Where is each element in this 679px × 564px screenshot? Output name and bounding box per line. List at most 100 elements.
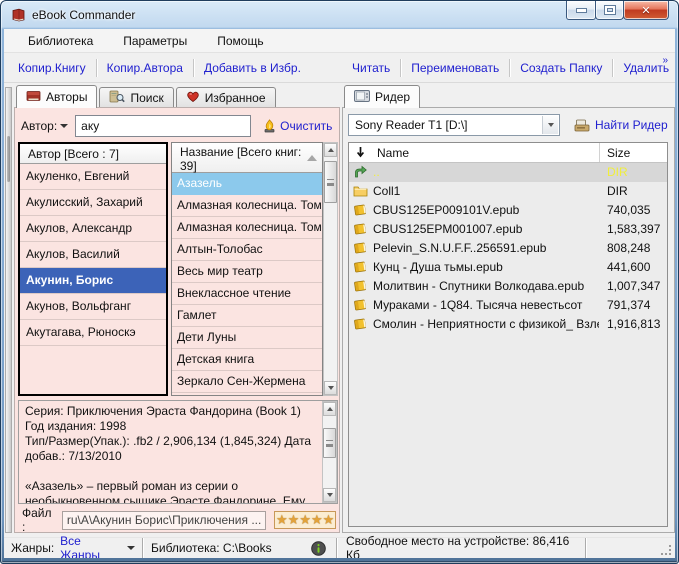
file-path-input[interactable]	[62, 511, 266, 530]
book-list-scrollbar[interactable]	[323, 142, 338, 396]
name-column-header[interactable]: Name	[377, 146, 409, 160]
device-file-row[interactable]: CBUS125EPM001007.epub 1,583,397	[349, 220, 667, 239]
maximize-button[interactable]	[595, 1, 624, 20]
device-file-table: Name Size .. DIR Coll1 DIR	[348, 142, 668, 527]
column-separator[interactable]	[599, 143, 600, 162]
toolbar-copy-book-button[interactable]: Копир.Книгу	[10, 57, 94, 79]
device-file-row[interactable]: Смолин - Неприятности с физикой_ Взле 1,…	[349, 315, 667, 334]
tab-label: Ридер	[375, 90, 410, 104]
device-file-row[interactable]: Мураками - 1Q84. Тысяча невестьсот 791,3…	[349, 296, 667, 315]
splitter-grip[interactable]	[7, 136, 10, 182]
parent-dir-row[interactable]: .. DIR	[349, 163, 667, 182]
book-row[interactable]: Алмазная колесница. Том 2	[172, 217, 322, 239]
device-select-value: Sony Reader T1 [D:\]	[349, 118, 468, 132]
author-row[interactable]: Акулов, Александр	[20, 216, 166, 242]
tab-authors[interactable]: Авторы	[16, 85, 97, 108]
book-row-selected[interactable]: Азазель	[172, 173, 322, 195]
toolbar-create-folder-button[interactable]: Создать Папку	[512, 57, 610, 79]
scroll-thumb[interactable]	[324, 161, 337, 203]
author-row[interactable]: Акулов, Василий	[20, 242, 166, 268]
minimize-button[interactable]	[566, 1, 596, 20]
find-reader-button[interactable]: Найти Ридер	[574, 118, 668, 132]
toolbar-add-favorite-button[interactable]: Добавить в Избр.	[196, 57, 309, 79]
book-row[interactable]: Дети Луны	[172, 327, 322, 349]
book-row[interactable]: Внеклассное чтение	[172, 283, 322, 305]
book-row[interactable]: Алмазная колесница. Том 1	[172, 195, 322, 217]
author-row[interactable]: Акулисский, Захарий	[20, 190, 166, 216]
chevron-down-icon[interactable]	[127, 546, 135, 550]
book-row[interactable]: Алтын-Толобас	[172, 239, 322, 261]
details-scrollbar[interactable]	[322, 401, 337, 503]
toolbar-rename-button[interactable]: Переименовать	[403, 57, 507, 79]
triangle-up-icon	[327, 407, 333, 411]
menu-bar: Библиотека Параметры Помощь	[4, 29, 675, 53]
genres-label: Жанры:	[11, 541, 54, 555]
file-name: Смолин - Неприятности с физикой_ Взле	[373, 315, 599, 333]
scroll-up-button[interactable]	[323, 402, 336, 416]
chevron-down-icon[interactable]	[542, 116, 558, 134]
triangle-down-icon	[328, 386, 334, 390]
menu-library[interactable]: Библиотека	[19, 31, 102, 51]
toolbar-separator	[193, 59, 194, 77]
author-row[interactable]: Акутагава, Рюноскэ	[20, 320, 166, 346]
triangle-up-icon	[328, 148, 334, 152]
device-folder-row[interactable]: Coll1 DIR	[349, 182, 667, 201]
book-list-header[interactable]: Название [Всего книг: 39]	[172, 143, 322, 173]
close-button[interactable]: ✕	[623, 1, 669, 20]
rating-control[interactable]: ★★★★★	[274, 511, 336, 529]
menu-help[interactable]: Помощь	[208, 31, 272, 51]
file-size: 1,583,397	[607, 220, 660, 238]
author-list-header[interactable]: Автор [Всего : 7]	[20, 144, 166, 164]
author-filter-input[interactable]	[75, 115, 251, 137]
scroll-up-button[interactable]	[324, 143, 337, 157]
resize-grip[interactable]	[661, 544, 672, 555]
tab-favorites[interactable]: Избранное	[176, 87, 276, 107]
folder-icon	[353, 184, 368, 202]
sort-descending-icon	[356, 146, 365, 161]
heart-icon	[186, 90, 200, 105]
book-row[interactable]: Детская книга	[172, 349, 322, 371]
author-row[interactable]: Акуленко, Евгений	[20, 164, 166, 190]
author-list: Автор [Всего : 7] Акуленко, Евгений Акул…	[18, 142, 168, 396]
toolbar-copy-author-button[interactable]: Копир.Автора	[99, 57, 191, 79]
scroll-down-button[interactable]	[324, 381, 337, 395]
size-column-header[interactable]: Size	[607, 146, 630, 160]
tab-reader[interactable]: Ридер	[344, 85, 420, 108]
clear-filter-button[interactable]: Очистить	[263, 119, 332, 133]
chevron-down-icon[interactable]	[60, 124, 68, 128]
book-row[interactable]: Зеркало Сен-Жермена	[172, 371, 322, 393]
file-size: 791,374	[607, 296, 650, 314]
device-file-row[interactable]: Pelevin_S.N.U.F.F..256591.epub 808,248	[349, 239, 667, 258]
app-window: eBook Commander ✕ Библиотека Параметры П…	[0, 0, 679, 564]
book-row[interactable]: Весь мир театр	[172, 261, 322, 283]
triangle-down-icon	[548, 123, 554, 127]
author-row[interactable]: Акунов, Вольфганг	[20, 294, 166, 320]
scroll-thumb[interactable]	[323, 428, 336, 458]
scroll-down-button[interactable]	[323, 488, 336, 502]
toolbar-separator	[96, 59, 97, 77]
star-rating-icons: ★★★★★	[276, 513, 334, 527]
tab-search[interactable]: Поиск	[99, 87, 173, 107]
toolbar-read-button[interactable]: Читать	[344, 57, 398, 79]
minimize-icon	[577, 9, 586, 12]
file-path-label: Файл :	[22, 506, 57, 534]
title-bar[interactable]: eBook Commander ✕	[1, 1, 678, 29]
toolbar-overflow-chevron[interactable]: »	[662, 55, 668, 66]
genres-dropdown[interactable]: Все Жанры	[60, 534, 122, 558]
info-icon[interactable]	[311, 541, 326, 556]
file-name: CBUS125EPM001007.epub	[373, 220, 599, 238]
status-bar: Жанры: Все Жанры Библиотека: C:\Books Св…	[4, 537, 675, 558]
book-row[interactable]: Гамлет	[172, 305, 322, 327]
menu-options[interactable]: Параметры	[114, 31, 196, 51]
device-table-header[interactable]: Name Size	[349, 143, 667, 163]
device-file-row[interactable]: Кунц - Душа тьмы.epub 441,600	[349, 258, 667, 277]
device-file-row[interactable]: CBUS125EP009101V.epub 740,035	[349, 201, 667, 220]
maximize-icon	[605, 6, 615, 14]
author-row-selected[interactable]: Акунин, Борис	[20, 268, 166, 294]
left-splitter[interactable]	[5, 87, 12, 533]
device-file-row[interactable]: Молитвин - Спутники Волкодава.epub 1,007…	[349, 277, 667, 296]
device-dock-icon	[574, 119, 590, 132]
device-select[interactable]: Sony Reader T1 [D:\]	[348, 114, 560, 136]
client-area: Библиотека Параметры Помощь Копир.Книгу …	[4, 29, 675, 558]
toolbar-separator	[400, 59, 401, 77]
